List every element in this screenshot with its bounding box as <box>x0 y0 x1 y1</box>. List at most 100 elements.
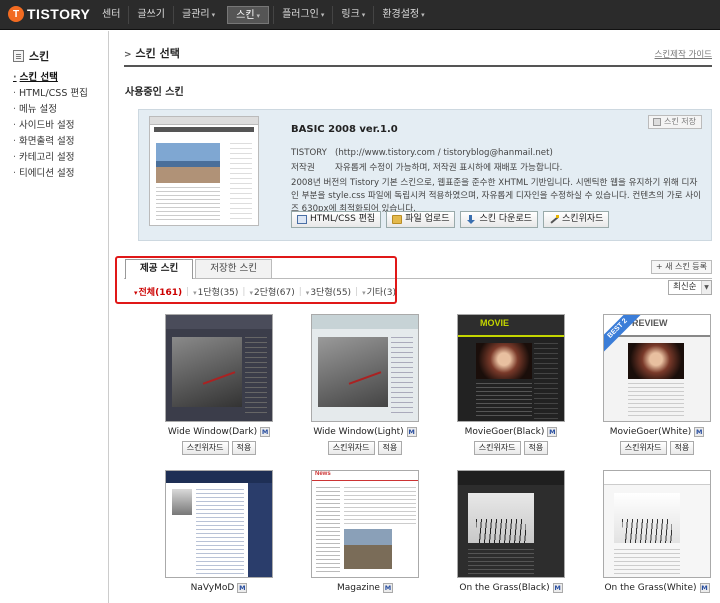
skin-wizard-button[interactable]: 스킨위자드 <box>181 441 229 455</box>
arrow-right-icon: > <box>124 50 132 60</box>
thumb-sidebar <box>230 143 252 221</box>
skin-thumbnail[interactable] <box>603 470 711 578</box>
html-css-edit-button[interactable]: HTML/CSS 편집 <box>291 211 382 228</box>
button-label: 스킨위자드 <box>562 214 604 224</box>
logo-text: TISTORY <box>27 6 91 22</box>
mobile-badge-icon[interactable]: M <box>382 583 393 593</box>
mobile-badge-icon[interactable]: M <box>547 427 558 437</box>
thumb-photo <box>172 489 192 515</box>
sidebar-item-menu[interactable]: 메뉴 설정 <box>13 102 88 118</box>
mobile-badge-icon[interactable]: M <box>406 427 417 437</box>
copyright-line: 저작권 자유롭게 수정이 가능하며, 저작권 표시하에 재배포 가능합니다. <box>291 161 562 173</box>
skin-actions: 스킨위자드 적용 <box>292 441 438 455</box>
thumb-header <box>166 315 272 329</box>
skin-card: On the Grass(White) M <box>584 470 720 593</box>
sidebar-item-t-edition[interactable]: 티에디션 설정 <box>13 166 88 182</box>
file-upload-button[interactable]: 파일 업로드 <box>386 211 456 228</box>
chevron-down-icon: ▾ <box>256 12 261 20</box>
sidebar-item-skin-select[interactable]: 스킨 선택 <box>13 70 88 86</box>
nav-center[interactable]: 센터 <box>94 6 128 24</box>
new-skin-button[interactable]: + 새 스킨 등록 <box>650 260 712 274</box>
skin-thumbnail[interactable]: REVIEW BEST 2 <box>603 314 711 422</box>
nav-settings[interactable]: 환경설정 ▾ <box>373 6 432 24</box>
skin-thumbnail[interactable]: MOVIE <box>457 314 565 422</box>
skin-wizard-button[interactable]: 스킨위자드 <box>619 441 667 455</box>
thumb-text <box>628 383 684 419</box>
code-icon <box>297 215 307 224</box>
skin-card: Wide Window(Light) M 스킨위자드 적용 <box>292 314 438 455</box>
skin-wizard-button[interactable]: 스킨위자드 <box>327 441 375 455</box>
nav-label: 센터 <box>102 9 121 20</box>
thumb-sidebar <box>391 337 413 417</box>
nav-link[interactable]: 링크 ▾ <box>332 6 373 24</box>
sidebar-title-label: 스킨 <box>29 50 50 63</box>
skin-wizard-button[interactable]: 스킨위자드 <box>473 441 521 455</box>
skin-card: NaVyMoD M <box>146 470 292 593</box>
thumb-text <box>468 549 534 575</box>
thumb-photo <box>614 493 680 543</box>
mobile-badge-icon[interactable]: M <box>237 583 248 593</box>
mobile-badge-icon[interactable]: M <box>552 583 563 593</box>
skin-guide-link[interactable]: 스킨제작 가이드 <box>655 48 712 60</box>
thumb-header <box>166 471 272 483</box>
nav-manage-posts[interactable]: 글관리 ▾ <box>173 6 223 24</box>
skin-wizard-button[interactable]: 스킨위자드 <box>543 211 610 228</box>
button-label: HTML/CSS 편집 <box>310 214 376 224</box>
nav-write[interactable]: 글쓰기 <box>128 6 173 24</box>
chevron-down-icon: ▼ <box>701 281 711 294</box>
thumb-header-word: News <box>315 471 331 477</box>
save-skin-button[interactable]: 스킨 저장 <box>648 115 702 129</box>
apply-button[interactable]: 적용 <box>377 441 403 455</box>
apply-button[interactable]: 적용 <box>523 441 549 455</box>
thumb-header <box>458 315 564 337</box>
copyright-key: 저작권 <box>291 163 315 173</box>
sidebar-item-display[interactable]: 화면출력 설정 <box>13 134 88 150</box>
button-label: 스킨 다운로드 <box>479 214 533 224</box>
mobile-badge-icon[interactable]: M <box>260 427 271 437</box>
sort-select[interactable]: 최신순 ▼ <box>668 280 712 295</box>
thumb-header <box>150 117 258 125</box>
skin-title: Magazine M <box>292 583 438 593</box>
current-skin-panel: BASIC 2008 ver.1.0 스킨 저장 TISTORY (http://… <box>138 109 712 241</box>
sidebar-item-sidebar[interactable]: 사이드바 설정 <box>13 118 88 134</box>
thumb-photo <box>172 337 242 407</box>
skin-thumbnail[interactable] <box>311 314 419 422</box>
skin-title: On the Grass(Black) M <box>438 583 584 593</box>
skin-name: NaVyMoD <box>190 583 235 593</box>
current-skin-actions: HTML/CSS 편집 파일 업로드 스킨 다운로드 스킨위자드 <box>291 211 610 228</box>
skin-card: Wide Window(Dark) M 스킨위자드 적용 <box>146 314 292 455</box>
skin-thumbnail[interactable] <box>165 314 273 422</box>
current-skin-heading: 사용중인 스킨 <box>125 87 184 98</box>
sidebar: 스킨 스킨 선택 HTML/CSS 편집 메뉴 설정 사이드바 설정 화면출력 … <box>0 31 109 603</box>
mobile-badge-icon[interactable]: M <box>699 583 710 593</box>
nav-label: 스킨 <box>236 10 255 21</box>
apply-button[interactable]: 적용 <box>231 441 257 455</box>
skin-thumbnail[interactable]: News <box>311 470 419 578</box>
logo-mark-icon: T <box>8 6 24 22</box>
nav-skin[interactable]: 스킨 ▾ <box>227 6 270 24</box>
thumb-photo <box>318 337 388 407</box>
thumb-header-word: MOVIE <box>480 318 510 328</box>
thumb-text <box>614 549 680 575</box>
save-skin-label: 스킨 저장 <box>664 117 696 126</box>
main-menu: 센터 글쓰기 글관리 ▾ 스킨 ▾ 플러그인 ▾ 링크 ▾ 환경설정 ▾ <box>94 0 433 30</box>
author-line: TISTORY (http://www.tistory.com / tistory… <box>291 148 553 158</box>
nav-plugin[interactable]: 플러그인 ▾ <box>273 6 332 24</box>
skin-download-button[interactable]: 스킨 다운로드 <box>460 211 539 228</box>
red-highlight-box <box>115 256 397 304</box>
skin-actions: 스킨위자드 적용 <box>584 441 720 455</box>
tistory-logo[interactable]: T TISTORY <box>8 6 90 22</box>
page-title: > 스킨 선택 <box>124 45 712 61</box>
sidebar-item-category[interactable]: 카테고리 설정 <box>13 150 88 166</box>
skin-name: On the Grass(White) <box>604 583 697 593</box>
skin-thumbnail[interactable] <box>165 470 273 578</box>
sidebar-item-html-css[interactable]: HTML/CSS 편집 <box>13 86 88 102</box>
skin-thumbnail[interactable] <box>457 470 565 578</box>
mobile-badge-icon[interactable]: M <box>694 427 705 437</box>
sort-selected-value: 최신순 <box>673 282 697 292</box>
disk-icon <box>653 118 662 126</box>
skin-title: Wide Window(Light) M <box>292 427 438 437</box>
apply-button[interactable]: 적용 <box>669 441 695 455</box>
sidebar-menu: 스킨 선택 HTML/CSS 편집 메뉴 설정 사이드바 설정 화면출력 설정 … <box>13 70 88 182</box>
skin-name: MovieGoer(White) <box>609 427 692 437</box>
